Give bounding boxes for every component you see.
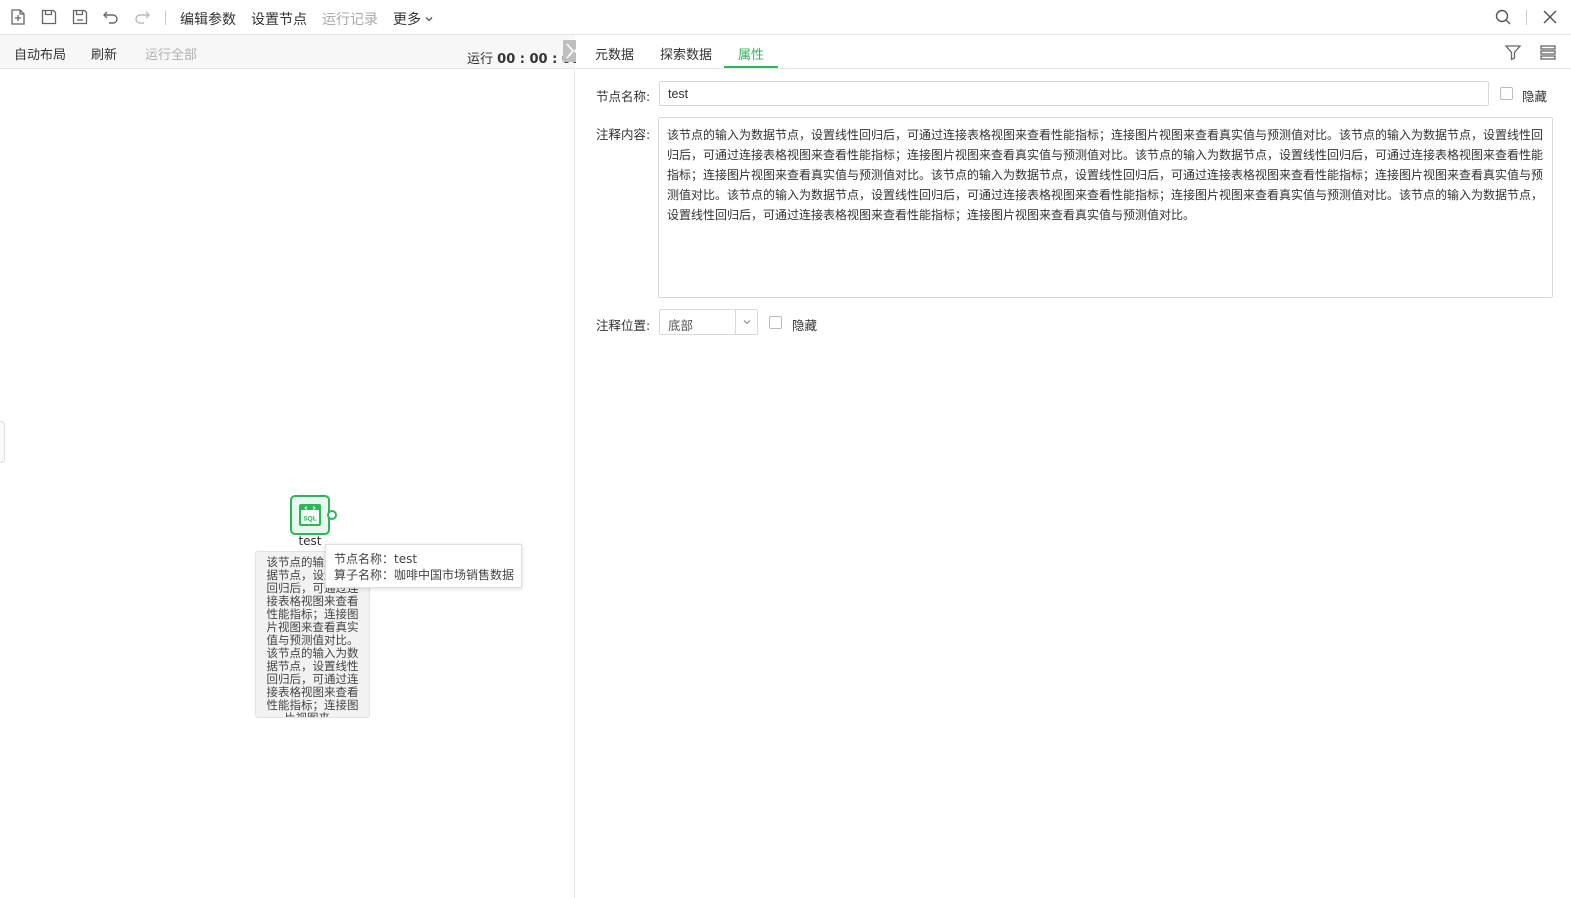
hide-name-label: 隐藏 xyxy=(1522,89,1548,104)
note-position-value: 底部 xyxy=(668,318,694,333)
new-file-icon[interactable] xyxy=(9,8,27,26)
sql-node[interactable]: SQL xyxy=(290,495,330,535)
right-panel-tabs: 元数据 探索数据 属性 xyxy=(576,35,1571,69)
auto-layout-button[interactable]: 自动布局 xyxy=(14,44,66,63)
tooltip-operator-name-value: 咖啡中国市场销售数据 xyxy=(394,568,515,582)
timer-prefix: 运行 xyxy=(467,52,494,67)
toolbar-divider xyxy=(165,10,166,25)
hide-note-checkbox[interactable] xyxy=(769,316,782,329)
hide-note-label: 隐藏 xyxy=(792,318,818,333)
filter-icon[interactable] xyxy=(1504,43,1522,61)
workflow-canvas[interactable]: SQL test 该节点的输入为数据节点，设置线性回归后，可通过连接表格视图来查… xyxy=(0,69,575,898)
tooltip-node-name: 节点名称：test xyxy=(334,551,513,567)
node-tooltip: 节点名称：test 算子名称：咖啡中国市场销售数据 xyxy=(325,544,522,588)
save-icon[interactable] xyxy=(40,8,58,26)
tab-metadata[interactable]: 元数据 xyxy=(595,44,634,63)
active-tab-indicator xyxy=(724,66,778,68)
refresh-button[interactable]: 刷新 xyxy=(91,44,117,63)
tab-explore-data[interactable]: 探索数据 xyxy=(660,44,712,63)
set-node-button[interactable]: 设置节点 xyxy=(251,9,307,29)
node-output-port[interactable] xyxy=(327,510,337,520)
toolbar-divider xyxy=(1526,10,1527,25)
undo-icon[interactable] xyxy=(102,8,120,26)
node-name-label: 节点名称: xyxy=(596,89,651,104)
tab-properties[interactable]: 属性 xyxy=(738,44,764,63)
note-position-label: 注释位置: xyxy=(596,318,651,333)
canvas-toolbar: 自动布局 刷新 运行全部 运行 00 : 00 : 00 xyxy=(0,35,585,69)
sql-icon: SQL xyxy=(299,504,321,526)
side-drawer-handle[interactable] xyxy=(0,421,5,463)
node-label: test xyxy=(298,534,322,548)
tooltip-node-name-value: test xyxy=(394,552,418,566)
note-position-select[interactable]: 底部 xyxy=(659,309,758,335)
more-menu-button[interactable]: 更多 xyxy=(393,9,434,29)
redo-icon[interactable] xyxy=(133,8,151,26)
top-toolbar: 编辑参数 设置节点 运行记录 更多 xyxy=(0,0,1571,35)
chevron-down-icon[interactable] xyxy=(735,310,757,334)
note-content-label: 注释内容: xyxy=(596,127,651,142)
hide-name-checkbox[interactable] xyxy=(1500,87,1513,100)
close-icon[interactable] xyxy=(1541,8,1559,26)
node-name-input[interactable] xyxy=(659,81,1489,106)
tooltip-node-name-label: 节点名称： xyxy=(334,552,395,566)
tooltip-operator-name: 算子名称：咖啡中国市场销售数据 xyxy=(334,567,515,583)
run-history-button[interactable]: 运行记录 xyxy=(322,9,378,29)
svg-text:SQL: SQL xyxy=(303,516,316,523)
more-label: 更多 xyxy=(393,12,421,28)
chevron-down-icon xyxy=(425,17,433,22)
tooltip-operator-name-label: 算子名称： xyxy=(334,568,395,582)
edit-params-button[interactable]: 编辑参数 xyxy=(180,9,236,29)
search-icon[interactable] xyxy=(1494,8,1512,26)
run-all-button[interactable]: 运行全部 xyxy=(145,44,197,63)
note-content-textarea[interactable]: 该节点的输入为数据节点，设置线性回归后，可通过连接表格视图来查看性能指标；连接图… xyxy=(658,117,1553,298)
save-as-icon[interactable] xyxy=(71,8,89,26)
list-view-icon[interactable] xyxy=(1539,43,1557,61)
